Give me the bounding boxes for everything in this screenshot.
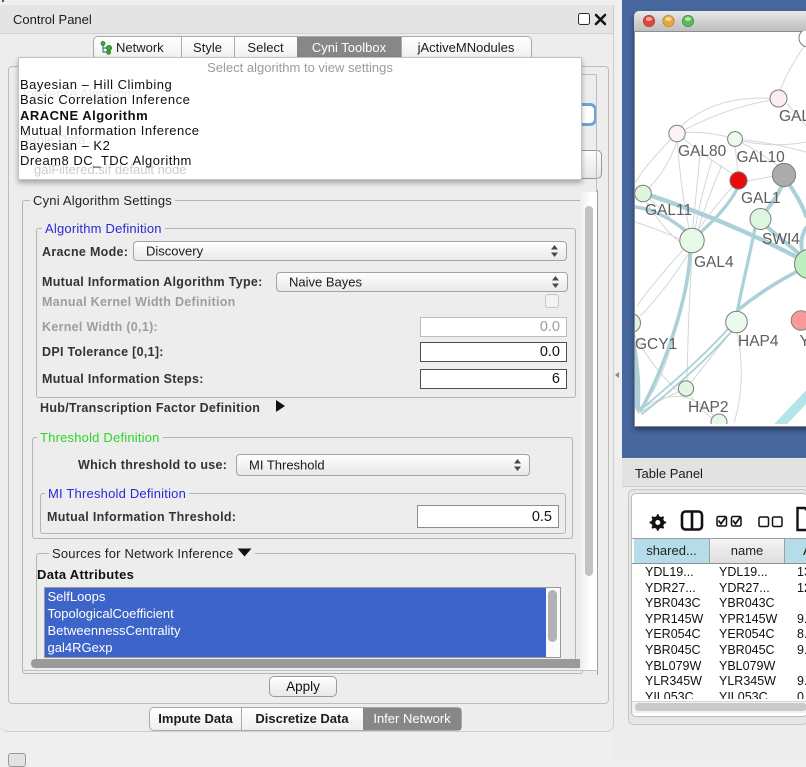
svg-text:GAL1: GAL1	[741, 190, 781, 207]
svg-text:SWI4: SWI4	[762, 231, 800, 248]
svg-text:HAP2: HAP2	[688, 399, 729, 416]
svg-text:GAL11: GAL11	[645, 202, 692, 219]
svg-text:GAL80: GAL80	[678, 143, 727, 160]
svg-text:Y: Y	[800, 333, 806, 350]
svg-text:HAP4: HAP4	[738, 333, 779, 350]
svg-text:GAL4: GAL4	[694, 254, 734, 271]
svg-text:GCY1: GCY1	[635, 336, 677, 353]
svg-text:GAL10: GAL10	[737, 149, 786, 166]
svg-text:GAL: GAL	[779, 108, 806, 125]
